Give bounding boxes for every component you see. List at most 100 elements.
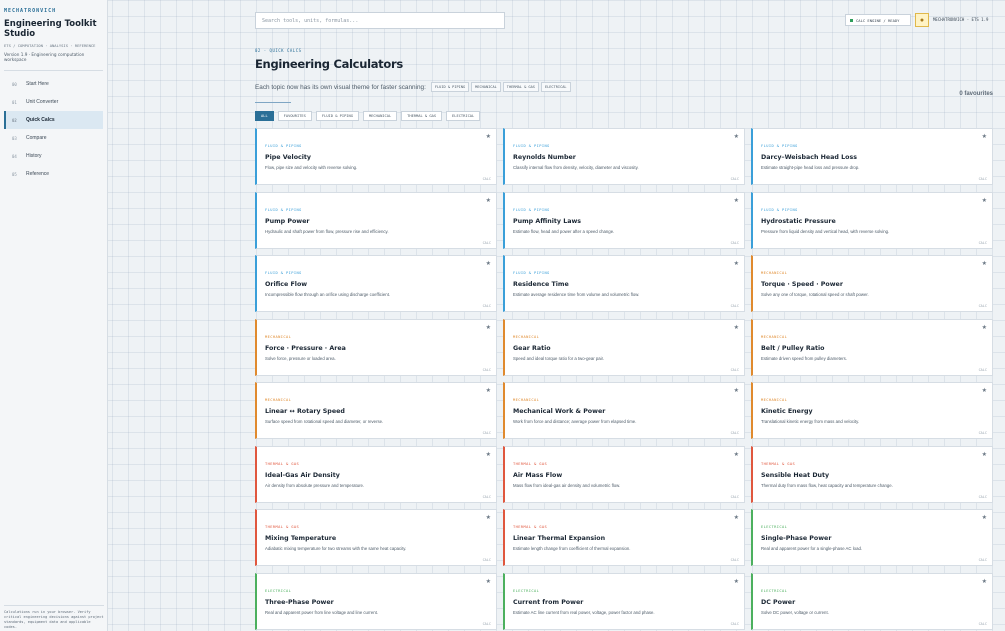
favourite-star-icon[interactable]: ★ (734, 514, 739, 521)
card-calc-tag: CALC (730, 494, 739, 499)
calculator-card[interactable]: ★ THERMAL & GAS Sensible Heat Duty Thermal … (751, 445, 993, 503)
search-input[interactable]: Search tools, units, formulas... (255, 12, 505, 29)
card-category: FLUID & PIPING (265, 271, 302, 275)
favourite-star-icon[interactable]: ★ (486, 451, 491, 458)
sidebar-item-number: 00 (12, 81, 17, 87)
sidebar-item-label: Unit Converter (26, 99, 59, 106)
filter-fluid-piping[interactable]: FLUID & PIPING (315, 111, 359, 121)
calculator-card[interactable]: ★ MECHANICAL Linear ↔ Rotary Speed Surface … (255, 382, 497, 439)
calculator-card[interactable]: ★ THERMAL & GAS Ideal-Gas Air Density Air d… (255, 445, 497, 503)
calculator-card[interactable]: ★ FLUID & PIPING Residence Time Estimate av… (503, 255, 745, 312)
favourite-star-icon[interactable]: ★ (734, 578, 739, 585)
card-category: ELECTRICAL (265, 588, 292, 593)
sidebar-item-history[interactable]: 04 History (4, 147, 103, 165)
favourite-star-icon[interactable]: ★ (734, 387, 739, 394)
card-calc-tag: CALC (978, 621, 987, 626)
favourite-star-icon[interactable]: ★ (486, 197, 491, 204)
calculator-card[interactable]: ★ THERMAL & GAS Linear Thermal Expansion Es… (503, 509, 745, 566)
calculator-card[interactable]: ★ ELECTRICAL Current from Power Estimate AC… (503, 572, 745, 630)
favourite-star-icon[interactable]: ★ (486, 260, 491, 267)
favourite-star-icon[interactable]: ★ (982, 133, 987, 140)
card-description: Thermal duty from mass flow, heat capaci… (761, 482, 893, 488)
card-title: Linear ↔ Rotary Speed (265, 408, 345, 415)
favourite-star-icon[interactable]: ★ (982, 578, 987, 585)
favourite-star-icon[interactable]: ★ (734, 197, 739, 204)
filter-favourites[interactable]: FAVOURITES (277, 111, 312, 121)
card-category: MECHANICAL (265, 398, 292, 402)
calculator-card[interactable]: ★ THERMAL & GAS Mixing Temperature Adiabati… (255, 509, 497, 566)
card-description: Estimate average residence time from vol… (513, 292, 640, 297)
card-calc-tag: CALC (978, 240, 987, 245)
calculator-card[interactable]: ★ THERMAL & GAS Air Mass Flow Mass flow fro… (503, 445, 745, 503)
card-category: FLUID & PIPING (265, 207, 302, 212)
favourite-star-icon[interactable]: ★ (982, 197, 987, 204)
card-description: Solve DC power, voltage or current. (761, 609, 829, 615)
calculator-card[interactable]: ★ ELECTRICAL DC Power Solve DC power, volta… (751, 572, 993, 630)
card-category: MECHANICAL (761, 334, 788, 339)
calculator-card[interactable]: ★ FLUID & PIPING Darcy–Weisbach Head Loss E… (751, 128, 993, 185)
calculator-card[interactable]: ★ MECHANICAL Kinetic Energy Translational k… (751, 382, 993, 439)
calculator-card[interactable]: ★ FLUID & PIPING Reynolds Number Classify i… (503, 128, 745, 185)
calculator-card[interactable]: ★ ELECTRICAL Single-Phase Power Real and ap… (751, 509, 993, 566)
filter-electrical[interactable]: ELECTRICAL (446, 111, 481, 121)
calculator-card[interactable]: ★ FLUID & PIPING Pump Affinity Laws Estimat… (503, 191, 745, 249)
sidebar-item-number: 04 (12, 153, 17, 159)
calculator-card[interactable]: ★ MECHANICAL Force · Pressure · Area Solve … (255, 318, 497, 376)
card-calc-tag: CALC (482, 240, 491, 245)
card-category: MECHANICAL (761, 271, 788, 275)
card-calc-tag: CALC (482, 367, 491, 372)
card-category: ELECTRICAL (513, 588, 540, 593)
sidebar-item-compare[interactable]: 03 Compare (4, 129, 103, 147)
calculator-card[interactable]: ★ FLUID & PIPING Pump Power Hydraulic and s… (255, 191, 497, 249)
card-category: FLUID & PIPING (513, 144, 550, 148)
user-label: MECHATRONVICH · ETS 1.9 (933, 17, 989, 22)
sidebar-item-unit-converter[interactable]: 01 Unit Converter (4, 93, 103, 111)
card-calc-tag: CALC (978, 304, 987, 308)
header-accent-line (255, 102, 291, 103)
status-dot-icon (850, 18, 853, 22)
calculator-card[interactable]: ★ MECHANICAL Belt / Pulley Ratio Estimate d… (751, 318, 993, 376)
filter-thermal-gas[interactable]: THERMAL & GAS (401, 111, 443, 121)
card-description: Estimate driven speed from pulley diamet… (761, 355, 847, 361)
favourite-star-icon[interactable]: ★ (982, 387, 987, 394)
calculator-card[interactable]: ★ FLUID & PIPING Pipe Velocity Flow, pipe s… (255, 128, 497, 185)
card-title: Sensible Heat Duty (761, 471, 830, 479)
favourite-star-icon[interactable]: ★ (734, 260, 739, 267)
calculator-card[interactable]: ★ FLUID & PIPING Orifice Flow Incompressibl… (255, 255, 497, 312)
card-category: FLUID & PIPING (761, 144, 798, 148)
sidebar-item-reference[interactable]: 05 Reference (4, 165, 103, 183)
favourite-star-icon[interactable]: ★ (486, 578, 491, 585)
card-calc-tag: CALC (978, 494, 987, 499)
card-category: ELECTRICAL (761, 588, 788, 593)
card-calc-tag: CALC (730, 431, 739, 435)
favourite-star-icon[interactable]: ★ (734, 451, 739, 458)
favourite-star-icon[interactable]: ★ (486, 387, 491, 394)
favourite-star-icon[interactable]: ★ (982, 260, 987, 267)
filter-all[interactable]: ALL (255, 111, 274, 121)
theme-toggle-button[interactable]: ● (915, 13, 929, 27)
card-title: Darcy–Weisbach Head Loss (761, 154, 857, 161)
calculator-card[interactable]: ★ FLUID & PIPING Hydrostatic Pressure Press… (751, 191, 993, 249)
favourite-star-icon[interactable]: ★ (486, 514, 491, 521)
calculator-card[interactable]: ★ ELECTRICAL Three-Phase Power Real and app… (255, 572, 497, 630)
calculator-card[interactable]: ★ MECHANICAL Mechanical Work & Power Work f… (503, 382, 745, 439)
favourite-star-icon[interactable]: ★ (734, 324, 739, 331)
card-calc-tag: CALC (978, 367, 987, 372)
card-title: Mechanical Work & Power (513, 408, 606, 415)
sidebar-item-quick-calcs[interactable]: 02 Quick Calcs (4, 111, 103, 130)
sidebar-nav: 00 Start Here 01 Unit Converter 02 Quick… (4, 75, 103, 183)
favourite-star-icon[interactable]: ★ (982, 514, 987, 521)
favourite-star-icon[interactable]: ★ (982, 451, 987, 458)
calculator-card[interactable]: ★ MECHANICAL Gear Ratio Speed and ideal tor… (503, 318, 745, 376)
favourite-star-icon[interactable]: ★ (486, 324, 491, 331)
sidebar-item-number: 03 (12, 135, 17, 141)
favourite-star-icon[interactable]: ★ (982, 324, 987, 331)
favourite-star-icon[interactable]: ★ (734, 133, 739, 140)
calculator-card[interactable]: ★ MECHANICAL Torque · Speed · Power Solve a… (751, 255, 993, 312)
sidebar-item-start-here[interactable]: 00 Start Here (4, 75, 103, 93)
card-title: Gear Ratio (513, 344, 551, 352)
card-description: Adiabatic mixing temperature for two str… (265, 546, 407, 551)
card-title: Torque · Speed · Power (761, 281, 843, 288)
filter-mechanical[interactable]: MECHANICAL (362, 111, 398, 121)
favourite-star-icon[interactable]: ★ (486, 133, 491, 140)
